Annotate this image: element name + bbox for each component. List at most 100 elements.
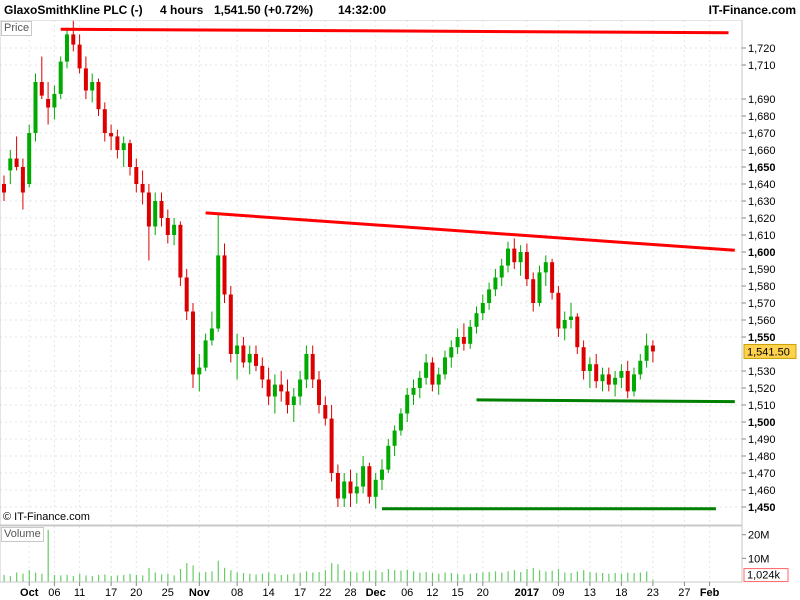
volume-bar [255, 574, 257, 582]
volume-bar [513, 570, 515, 582]
price-chart[interactable]: 1,7501,7401,7201,7101,6901,6801,6701,660… [0, 0, 800, 600]
candle-body [27, 133, 32, 184]
candle-body [644, 345, 649, 361]
candle-body [543, 262, 548, 273]
candle-body [191, 311, 195, 375]
copyright-text: © IT-Finance.com [3, 511, 90, 523]
y-tick-label: 1,470 [748, 468, 776, 480]
candle-body [600, 374, 605, 382]
candle-body [581, 347, 586, 371]
x-tick-label: 2017 [515, 587, 539, 599]
candle-body [367, 466, 372, 497]
candle-body [323, 405, 328, 419]
y-tick-label: 1,520 [748, 383, 776, 395]
volume-bar [305, 571, 308, 582]
candle-body [178, 224, 183, 278]
candle-body [386, 445, 391, 470]
candle-body [361, 466, 366, 487]
candle-body [569, 316, 573, 320]
volume-bar [85, 575, 87, 582]
candle-body [474, 313, 479, 327]
candle-body [499, 265, 504, 278]
y-tick-label: 1,490 [748, 434, 776, 446]
volume-bar [576, 571, 578, 582]
timeframe-label[interactable]: 4 hours [160, 3, 203, 17]
volume-bar [639, 572, 641, 582]
x-tick-label: 08 [231, 587, 243, 599]
candle-body [235, 345, 240, 354]
volume-bar [520, 572, 522, 582]
volume-bar [41, 573, 43, 582]
volume-bar [532, 567, 534, 582]
y-tick-label: 1,460 [748, 485, 776, 497]
candle-body [430, 362, 435, 385]
volume-bar [494, 571, 497, 582]
candle-body [222, 255, 227, 295]
candle-body [304, 354, 309, 380]
volume-bar [324, 570, 326, 582]
candle-body [298, 379, 303, 397]
volume-bar [501, 572, 503, 582]
candle-body [424, 362, 429, 378]
y-tick-label: 1,500 [748, 417, 776, 429]
last-volume-label: 1,024k [747, 570, 781, 582]
x-tick-label: Dec [366, 587, 386, 599]
volume-bar [173, 575, 175, 582]
candle-body [260, 365, 265, 380]
candle-body [128, 143, 132, 167]
candle-body [411, 388, 416, 395]
volume-bar [60, 575, 62, 582]
volume-bar [16, 572, 18, 582]
candle-body [241, 345, 246, 363]
y-tick-label: 1,660 [748, 145, 776, 157]
x-tick-label: 23 [647, 587, 659, 599]
candle-body [121, 143, 126, 150]
volume-bar [161, 574, 163, 582]
candle-body [619, 371, 624, 378]
volume-bar [595, 572, 597, 582]
candle-body [506, 248, 510, 266]
volume-bar [312, 572, 314, 582]
volume-bar [129, 573, 131, 582]
volume-bar [104, 574, 106, 582]
candle-body [159, 201, 164, 218]
x-tick-label: 18 [615, 587, 627, 599]
volume-bar [287, 574, 289, 582]
price-panel-label: Price [1, 21, 33, 36]
volume-bar [167, 573, 169, 582]
candle-body [354, 486, 359, 494]
candle-body [443, 357, 447, 375]
x-tick-label: 06 [401, 587, 413, 599]
volume-bar [413, 571, 415, 582]
volume-bar [463, 574, 465, 582]
candle-body [594, 364, 599, 382]
candle-body [650, 345, 655, 352]
y-tick-label: 1,450 [748, 502, 776, 514]
candle-body [335, 473, 340, 499]
candle-body [272, 384, 277, 397]
x-tick-label: 15 [451, 587, 463, 599]
volume-bar [545, 571, 547, 582]
x-tick-label: 22 [319, 587, 331, 599]
volume-bar [198, 572, 200, 582]
volume-bar [205, 572, 207, 582]
candle-body [342, 481, 347, 499]
candle-body [606, 374, 611, 385]
candle-body [550, 262, 555, 293]
candle-body [83, 68, 88, 91]
candle-body [380, 469, 384, 480]
candle-body [58, 61, 63, 94]
y-tick-label: 1,510 [748, 400, 776, 412]
y-tick-label: 1,680 [748, 111, 776, 123]
volume-bar [35, 572, 37, 582]
x-tick-label: 17 [294, 587, 306, 599]
volume-bar [469, 573, 471, 582]
volume-bar [230, 570, 232, 582]
volume-bar [375, 570, 377, 582]
x-tick-label: 13 [584, 587, 596, 599]
volume-bar [608, 573, 610, 582]
candle-body [165, 218, 170, 235]
candle-body [417, 377, 422, 388]
volume-bar [488, 572, 490, 582]
candle-body [632, 374, 636, 392]
